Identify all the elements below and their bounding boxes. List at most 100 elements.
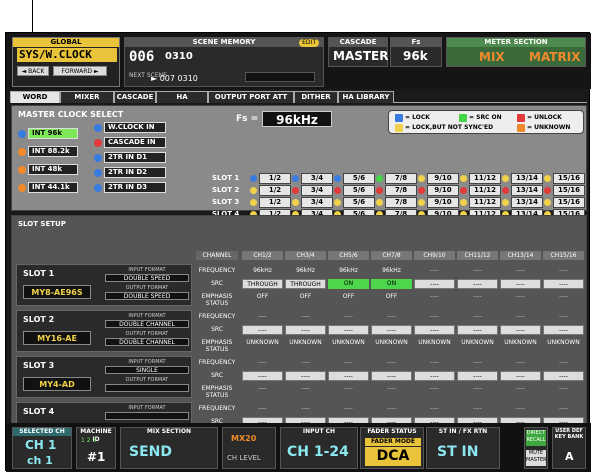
mx-panel[interactable]: MX20 CH LEVEL: [222, 427, 276, 469]
slot-pair-button[interactable]: 13/14: [511, 197, 543, 208]
output-format-value[interactable]: DOUBLE SPEED: [105, 292, 189, 300]
slot-pair-button[interactable]: 1/2: [259, 197, 291, 208]
src-cell-button[interactable]: ----: [457, 325, 498, 335]
slot-pair-button[interactable]: 7/8: [385, 197, 417, 208]
direct-recall-button[interactable]: DIRECT RECALL: [526, 430, 546, 446]
tab-ha-library[interactable]: HA LIBRARY: [338, 91, 394, 103]
sys-wclock-title[interactable]: SYS/W.CLOCK: [17, 48, 117, 62]
src-cell-button[interactable]: ----: [328, 325, 369, 335]
src-cell-button[interactable]: ON: [371, 279, 412, 289]
slot-pair-button[interactable]: 15/16: [553, 197, 585, 208]
slot-pair-button[interactable]: 11/12: [469, 185, 501, 196]
status-dot-icon: [418, 199, 425, 206]
tab-cascade[interactable]: CASCADE: [114, 91, 156, 103]
src-cell-button[interactable]: ----: [500, 325, 541, 335]
slot-pair-button[interactable]: 7/8: [385, 185, 417, 196]
output-format-value[interactable]: DOUBLE CHANNEL: [105, 338, 189, 346]
input-ch-panel[interactable]: INPUT CH CH 1-24: [280, 427, 358, 469]
input-format-value[interactable]: DOUBLE CHANNEL: [105, 320, 189, 328]
src-cell-button[interactable]: ----: [285, 325, 326, 335]
input-format-value[interactable]: SINGLE: [105, 366, 189, 374]
user-def-panel[interactable]: USER DEF KEY BANK A: [552, 427, 586, 469]
src-cell-button[interactable]: ----: [500, 371, 541, 381]
src-cell-button[interactable]: ----: [543, 325, 584, 335]
slot-pair-button[interactable]: 1/2: [259, 185, 291, 196]
src-cell-button[interactable]: ----: [543, 371, 584, 381]
back-button[interactable]: ◄ BACK: [17, 66, 49, 76]
src-cell-button[interactable]: THROUGH: [285, 279, 326, 289]
slot-pair-button[interactable]: 9/10: [427, 185, 459, 196]
slot-pair-button[interactable]: 5/6: [343, 197, 375, 208]
slot-pair-button[interactable]: 7/8: [385, 173, 417, 184]
slot-pair-button[interactable]: 9/10: [427, 173, 459, 184]
forward-button[interactable]: FORWARD ►: [53, 66, 107, 76]
slot-pair-button[interactable]: 3/4: [301, 185, 333, 196]
slot-pair-button[interactable]: 1/2: [259, 173, 291, 184]
clock-2tr-in-d1[interactable]: 2TR IN D1: [104, 152, 166, 163]
clock-wclock-in[interactable]: W.CLOCK IN: [104, 122, 166, 133]
meter-section-panel[interactable]: METER SECTION MIX MATRIX: [446, 37, 586, 67]
value-cell: ----: [559, 405, 568, 412]
clock-int-44k[interactable]: INT 44.1k: [28, 182, 78, 193]
output-format-value[interactable]: [105, 384, 189, 392]
mute-master-button[interactable]: MUTE MASTER: [526, 450, 547, 466]
mix-section-panel[interactable]: MIX SECTION SEND: [120, 427, 218, 469]
value-cell: ----: [301, 359, 310, 366]
slot-pair-button[interactable]: 9/10: [427, 197, 459, 208]
clock-cascade-in[interactable]: CASCADE IN: [104, 137, 166, 148]
src-cell-button[interactable]: ----: [328, 371, 369, 381]
card-name-button[interactable]: MY4-AD: [23, 377, 91, 391]
tab-output-port-att[interactable]: OUTPUT PORT ATT: [208, 91, 294, 103]
global-label: GLOBAL: [13, 38, 119, 47]
src-cell-button[interactable]: ----: [371, 325, 412, 335]
tab-mixer-setup[interactable]: MIXER SETUP: [60, 91, 114, 112]
st-in-panel[interactable]: ST IN / FX RTN ST IN: [426, 427, 500, 469]
clock-int-88k[interactable]: INT 88.2k: [28, 146, 78, 157]
slot-pair-button[interactable]: 11/12: [469, 173, 501, 184]
src-cell-button[interactable]: THROUGH: [242, 279, 283, 289]
tab-word-clock[interactable]: WORD CLOCK: [10, 91, 60, 112]
src-cell-button[interactable]: ----: [414, 371, 455, 381]
src-cell-button[interactable]: ----: [414, 325, 455, 335]
src-cell-button[interactable]: ----: [285, 371, 326, 381]
card-name-button[interactable]: MY16-AE: [23, 331, 91, 345]
unknown-status-icon: [18, 184, 26, 192]
meter-matrix[interactable]: MATRIX: [529, 50, 580, 64]
tab-dither[interactable]: DITHER: [294, 91, 338, 103]
scene-memory-panel[interactable]: SCENE MEMORY EDIT 006 0310 NEXT SCENE ► …: [124, 37, 324, 87]
slot-pair-button[interactable]: 11/12: [469, 197, 501, 208]
input-format-value[interactable]: [105, 412, 189, 420]
input-format-value[interactable]: DOUBLE SPEED: [105, 274, 189, 282]
value-cell: ----: [473, 267, 482, 274]
src-cell-button[interactable]: ----: [457, 279, 498, 289]
status-dot-icon: [418, 187, 425, 194]
src-cell-button[interactable]: ----: [500, 279, 541, 289]
clock-int-96k[interactable]: INT 96k: [28, 128, 78, 139]
slot-pair-button[interactable]: 15/16: [553, 173, 585, 184]
slot-pair-button[interactable]: 3/4: [301, 197, 333, 208]
slot-pair-button[interactable]: 13/14: [511, 173, 543, 184]
src-cell-button[interactable]: ON: [328, 279, 369, 289]
mix-section-label: MIX SECTION: [146, 428, 192, 435]
fader-status-panel[interactable]: FADER STATUS FADER MODE DCA: [360, 427, 424, 469]
clock-2tr-in-d3[interactable]: 2TR IN D3: [104, 182, 166, 193]
value-cell: ----: [516, 385, 525, 392]
src-cell-button[interactable]: ----: [242, 325, 283, 335]
src-cell-button[interactable]: ----: [414, 279, 455, 289]
slot-pair-button[interactable]: 3/4: [301, 173, 333, 184]
meter-mix[interactable]: MIX: [479, 50, 505, 64]
slot-pair-button[interactable]: 15/16: [553, 185, 585, 196]
tab-ha[interactable]: HA: [156, 91, 208, 103]
fs-label: Fs: [391, 38, 441, 47]
clock-int-48k[interactable]: INT 48k: [28, 164, 78, 175]
src-cell-button[interactable]: ----: [457, 371, 498, 381]
card-name-button[interactable]: MY8-AE96S: [23, 285, 91, 299]
slot-pair-button[interactable]: 5/6: [343, 173, 375, 184]
slot-pair-button[interactable]: 13/14: [511, 185, 543, 196]
src-cell-button[interactable]: ----: [371, 371, 412, 381]
clock-2tr-in-d2[interactable]: 2TR IN D2: [104, 167, 166, 178]
src-cell-button[interactable]: ----: [242, 371, 283, 381]
selected-ch-panel[interactable]: SELECTED CH CH 1 ch 1: [12, 427, 72, 469]
slot-pair-button[interactable]: 5/6: [343, 185, 375, 196]
src-cell-button[interactable]: ----: [543, 279, 584, 289]
